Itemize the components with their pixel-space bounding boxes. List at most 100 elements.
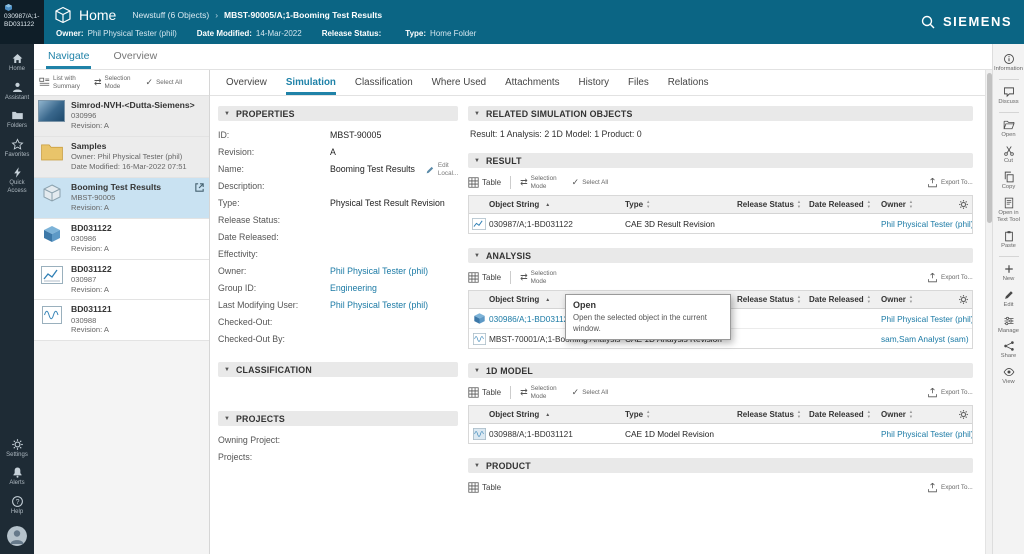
column-release-status[interactable]: Release Status▲▼ [737, 200, 809, 209]
selection-mode-button[interactable]: ⇄Selection Mode [520, 270, 563, 284]
cell-object-link[interactable]: 030986/A;1-BD031122 [489, 314, 573, 324]
export-button[interactable]: Export To... [927, 177, 973, 188]
open-in-new-icon[interactable] [194, 182, 205, 193]
command-edit[interactable]: Edit [993, 286, 1024, 312]
property-row: Date Released: [218, 229, 458, 246]
cell-owner-link[interactable]: Phil Physical Tester (phil) [881, 219, 972, 229]
column-release-status[interactable]: Release Status▲▼ [737, 295, 809, 304]
edit-local-button[interactable]: Edit Local... [425, 162, 462, 176]
selection-mode-button[interactable]: ⇄Selection Mode [520, 385, 563, 399]
selection-mode-button[interactable]: ⇄ Selection Mode [94, 75, 139, 89]
pinned-object-tile[interactable]: 030987/A;1-BD031122 [0, 0, 44, 44]
tab-relations[interactable]: Relations [668, 77, 709, 95]
list-item[interactable]: Simrod-NVH-<Dutta-Siemens> 030996 Revisi… [34, 96, 209, 137]
sidebar-item-quick-access[interactable]: Quick Access [0, 163, 34, 199]
column-date-released[interactable]: Date Released▲▼ [809, 295, 881, 304]
command-view[interactable]: View [993, 363, 1024, 389]
select-all-button[interactable]: ✓ Select All [146, 77, 191, 88]
last-modifier-link[interactable]: Phil Physical Tester (phil) [330, 297, 428, 314]
sidebar-item-alerts[interactable]: Alerts [0, 463, 34, 492]
section-header-projects[interactable]: ▼PROJECTS [218, 411, 458, 426]
tab-overview[interactable]: Overview [226, 77, 267, 95]
cell-owner-link[interactable]: sam,Sam Analyst (sam) [881, 334, 969, 344]
list-item[interactable]: BD031122 030987 Revision: A [34, 260, 209, 301]
gear-icon[interactable] [958, 294, 969, 305]
table-view-button[interactable]: Table [468, 272, 501, 283]
column-date-released[interactable]: Date Released▲▼ [809, 200, 881, 209]
table-view-button[interactable]: Table [468, 387, 501, 398]
chart-thumbnail-icon [38, 264, 65, 286]
section-header-product[interactable]: ▼PRODUCT [468, 458, 973, 473]
search-icon[interactable] [920, 14, 936, 30]
export-button[interactable]: Export To... [927, 272, 973, 283]
page-title[interactable]: Home [79, 7, 116, 23]
section-header-1d-model[interactable]: ▼1D MODEL [468, 363, 973, 378]
command-paste[interactable]: Paste [993, 227, 1024, 253]
list-item-selected[interactable]: Booming Test Results MBST-90005 Revision… [34, 178, 209, 219]
gear-icon[interactable] [958, 199, 969, 210]
command-discuss[interactable]: Discuss [993, 83, 1024, 109]
export-button[interactable]: Export To... [927, 387, 973, 398]
section-header-classification[interactable]: ▼CLASSIFICATION [218, 362, 458, 377]
user-avatar[interactable] [7, 526, 27, 546]
sidebar-item-folders[interactable]: Folders [0, 106, 34, 135]
property-row: Name: Booming Test Results Edit Local... [218, 161, 458, 178]
section-header-related[interactable]: ▼RELATED SIMULATION OBJECTS [468, 106, 973, 121]
breadcrumb[interactable]: Home Newstuff (6 Objects) › MBST-90005/A… [54, 4, 382, 26]
sidebar-item-home[interactable]: Home [0, 49, 34, 78]
cell-owner-link[interactable]: Phil Physical Tester (phil) [881, 314, 972, 324]
owner-link[interactable]: Phil Physical Tester (phil) [330, 263, 428, 280]
command-share[interactable]: Share [993, 337, 1024, 363]
tab-history[interactable]: History [579, 77, 609, 95]
sidebar-item-help[interactable]: ? Help [0, 492, 34, 521]
tab-where-used[interactable]: Where Used [432, 77, 486, 95]
breadcrumb-folder[interactable]: Newstuff (6 Objects) [132, 10, 209, 20]
select-all-button[interactable]: ✓Select All [572, 177, 615, 188]
select-all-button[interactable]: ✓Select All [572, 387, 615, 398]
sidebar-item-assistant[interactable]: Assistant [0, 78, 34, 107]
export-button[interactable]: Export To... [927, 482, 973, 493]
section-header-properties[interactable]: ▼PROPERTIES [218, 106, 458, 121]
cell-owner-link[interactable]: Phil Physical Tester (phil) [881, 429, 972, 439]
table-view-button[interactable]: Table [468, 177, 501, 188]
sliders-icon [1003, 315, 1015, 327]
sort-icon: ▲▼ [909, 200, 913, 209]
column-release-status[interactable]: Release Status▲▼ [737, 410, 809, 419]
sidebar-item-settings[interactable]: Settings [0, 435, 34, 464]
collapse-arrow-icon: ▼ [224, 111, 230, 117]
breadcrumb-current[interactable]: MBST-90005/A;1-Booming Test Results [224, 10, 382, 20]
column-type[interactable]: Type▲▼ [625, 200, 737, 209]
command-manage[interactable]: Manage [993, 312, 1024, 338]
column-object-string[interactable]: Object String▲ [489, 410, 625, 419]
tab-attachments[interactable]: Attachments [505, 77, 559, 95]
tab-classification[interactable]: Classification [355, 77, 413, 95]
command-open-in-text-tool[interactable]: Open in Text Tool [993, 194, 1024, 227]
sidebar-item-favorites[interactable]: Favorites [0, 135, 34, 164]
gear-icon[interactable] [958, 409, 969, 420]
selection-mode-icon: ⇄ [94, 77, 102, 88]
list-item[interactable]: BD031121 030988 Revision: A [34, 300, 209, 341]
column-type[interactable]: Type▲▼ [625, 410, 737, 419]
tab-overview-primary[interactable]: Overview [111, 46, 159, 69]
command-new[interactable]: New [993, 260, 1024, 286]
list-item[interactable]: Samples Owner: Phil Physical Tester (phi… [34, 137, 209, 178]
command-open[interactable]: Open [993, 116, 1024, 142]
list-item[interactable]: BD031122 030986 Revision: A [34, 219, 209, 260]
table-row[interactable]: 030988/A;1-BD031121 CAE 1D Model Revisio… [469, 424, 972, 443]
vertical-scrollbar[interactable] [985, 70, 992, 554]
column-date-released[interactable]: Date Released▲▼ [809, 410, 881, 419]
group-link[interactable]: Engineering [330, 280, 377, 297]
tab-navigate[interactable]: Navigate [46, 46, 91, 69]
table-row[interactable]: 030987/A;1-BD031122 CAE 3D Result Revisi… [469, 214, 972, 233]
list-with-summary-button[interactable]: List with Summary [39, 75, 87, 89]
selection-mode-button[interactable]: ⇄Selection Mode [520, 175, 563, 189]
section-header-result[interactable]: ▼RESULT [468, 153, 973, 168]
section-header-analysis[interactable]: ▼ANALYSIS [468, 248, 973, 263]
tab-files[interactable]: Files [628, 77, 649, 95]
command-cut[interactable]: Cut [993, 142, 1024, 168]
column-object-string[interactable]: Object String▲ [489, 200, 625, 209]
command-information[interactable]: Information [993, 50, 1024, 76]
table-view-button[interactable]: Table [468, 482, 501, 493]
tab-simulation[interactable]: Simulation [286, 77, 336, 95]
command-copy[interactable]: Copy [993, 168, 1024, 194]
